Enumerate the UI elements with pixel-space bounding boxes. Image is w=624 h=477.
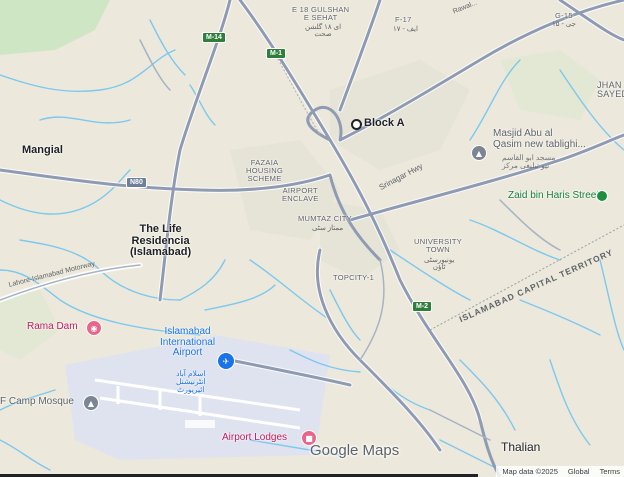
label-the-life-residencia: The Life Residencia (Islamabad) <box>130 223 192 259</box>
label-rama-dam[interactable]: Rama Dam <box>27 321 78 333</box>
map-canvas[interactable]: E 18 GULSHAN E SEHAT ای ۱۸ گلشن صحت F-17… <box>0 0 624 477</box>
label-thalian: Thalian <box>501 440 541 454</box>
label-fazaia: FAZAIA HOUSING SCHEME <box>246 158 284 183</box>
label-masjid-urdu: مسجد ابو القاسم نیو تبلیغی مرکز <box>502 153 556 170</box>
label-mumtaz-city: MUMTAZ CITY <box>298 214 352 223</box>
shield-m2: M-2 <box>412 301 433 312</box>
map-footer: Map data ©2025 Global Terms <box>0 466 624 477</box>
label-g15-urdu: جی - ۱۵ <box>552 21 576 28</box>
mosque-icon[interactable]: ▲ <box>471 145 487 161</box>
label-airport-enclave: AIRPORT ENCLAVE <box>282 186 319 203</box>
circle-marker-icon[interactable] <box>351 119 362 130</box>
label-topcity: TOPCITY-1 <box>333 273 375 282</box>
label-f17-urdu: ایف - ۱۷ <box>393 26 418 33</box>
label-mumtaz-city-urdu: ممتاز سٹی <box>312 225 344 232</box>
pin-icon[interactable] <box>596 190 608 202</box>
google-maps-logo: Google Maps <box>310 442 400 459</box>
label-zaid-bin-haris-street[interactable]: Zaid bin Haris Street <box>508 190 599 202</box>
label-islamabad-international-airport[interactable]: Islamabad International Airport <box>160 326 215 359</box>
attribution-bar: Map data ©2025 Global Terms <box>496 466 624 477</box>
label-block-a[interactable]: Block A <box>364 117 405 130</box>
label-university-town-urdu: یونیورسٹی ٹاؤن <box>424 257 455 272</box>
label-g15: G-15 <box>555 11 573 20</box>
label-gulshan-e-sehat-urdu: ای ۱۸ گلشن صحت <box>305 24 342 39</box>
airplane-icon[interactable]: ✈ <box>217 352 235 370</box>
terms-link[interactable]: Terms <box>600 467 620 476</box>
label-university-town: UNIVERSITY TOWN <box>414 237 463 254</box>
label-f17: F-17 <box>395 15 412 24</box>
map-data-attribution[interactable]: Map data ©2025 <box>502 467 558 476</box>
shield-m1: M-1 <box>266 48 287 59</box>
mosque-icon[interactable]: ▲ <box>83 395 99 411</box>
label-airport-lodges[interactable]: Airport Lodges <box>222 432 287 444</box>
global-link[interactable]: Global <box>568 467 590 476</box>
label-masjid-abu-al-qasim[interactable]: Masjid Abu al Qasim new tablighi... <box>493 128 586 150</box>
shield-n80: N80 <box>126 177 147 188</box>
label-jhang-sayedan: JHAN SAYED <box>597 80 624 100</box>
label-mangial: Mangial <box>22 144 63 156</box>
label-airport-urdu: اسلام آباد انٹرنیشنل ائیرپورٹ <box>176 369 206 394</box>
camera-icon[interactable]: ◉ <box>86 320 102 336</box>
label-gulshan-e-sehat: E 18 GULSHAN E SEHAT <box>292 5 350 22</box>
shield-m14: M-14 <box>202 32 226 43</box>
label-camp-mosque[interactable]: F Camp Mosque <box>0 396 74 408</box>
